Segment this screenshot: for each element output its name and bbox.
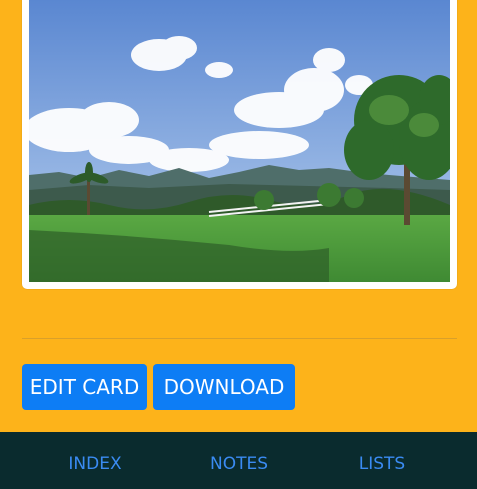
edit-card-button[interactable]: EDIT CARD	[22, 364, 147, 410]
nav-item-index[interactable]: INDEX	[45, 454, 145, 474]
nav-item-lists[interactable]: LISTS	[332, 454, 432, 474]
landscape-photo	[29, 0, 450, 282]
nav-item-notes[interactable]: NOTES	[189, 454, 289, 474]
photo-card	[22, 0, 457, 289]
divider	[22, 338, 457, 339]
download-button[interactable]: DOWNLOAD	[153, 364, 295, 410]
bottom-nav: INDEX NOTES LISTS	[0, 432, 477, 489]
